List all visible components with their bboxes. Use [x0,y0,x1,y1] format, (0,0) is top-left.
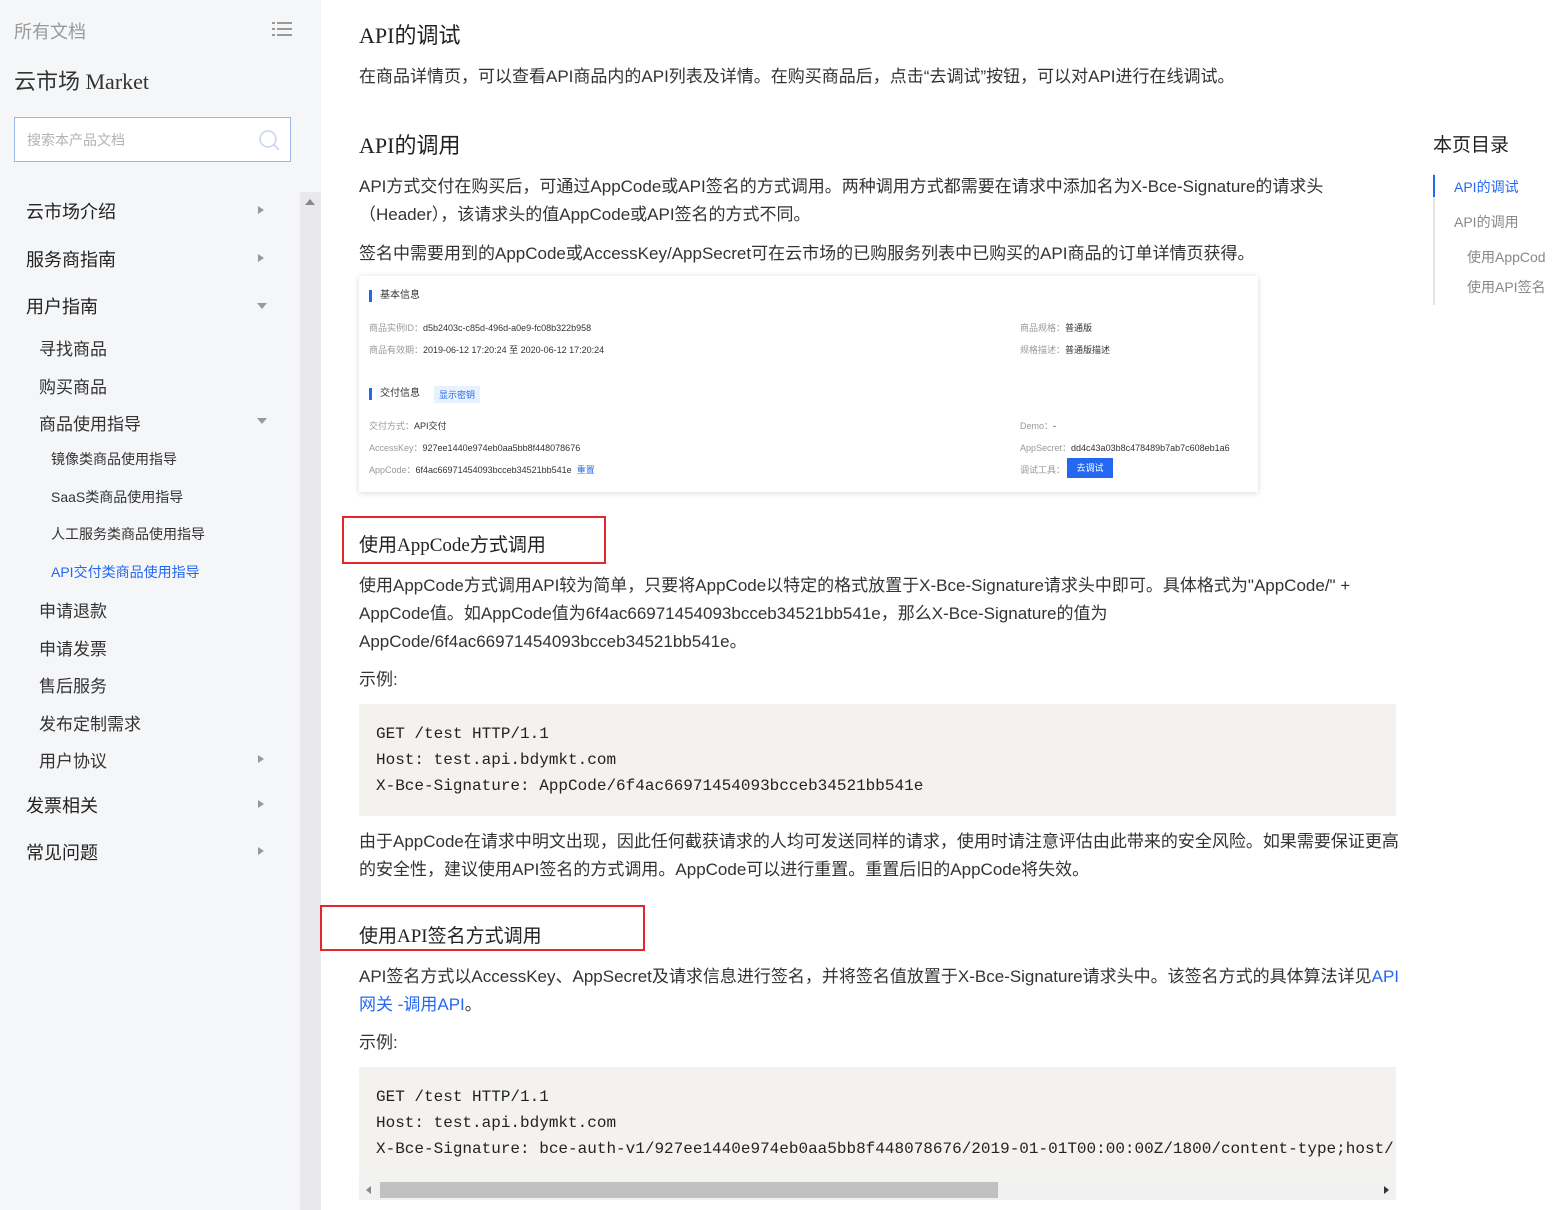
sidebar-item-faq[interactable]: 常见问题 [26,839,98,865]
appcode-row: AppCode：6f4ac66971454093bcceb34521bb541e… [369,465,595,475]
accesskey-value: 927ee1440e974eb0aa5bb8f448078676 [422,443,581,453]
sidebar-item-buy-products[interactable]: 购买商品 [39,373,107,398]
scroll-left-icon[interactable] [366,1186,371,1194]
scrollbar-thumb[interactable] [380,1182,998,1198]
all-docs-link[interactable]: 所有文档 [14,18,86,44]
toc-active-marker [1433,175,1435,197]
sidebar-item-refund[interactable]: 申请退款 [39,597,107,622]
sidebar-item-saas-guide[interactable]: SaaS类商品使用指导 [51,487,183,507]
sidebar-scrollbar[interactable] [300,192,321,1210]
sidebar-item-custom-demand[interactable]: 发布定制需求 [39,710,141,735]
spec-value: 普通版 [1065,323,1093,333]
accesskey-row: AccessKey：927ee1440e974eb0aa5bb8f4480786… [369,443,581,453]
scroll-up-icon[interactable] [305,199,315,205]
paragraph-sign-call: API签名方式以AccessKey、AppSecret及请求信息进行签名，并将签… [359,963,1399,1019]
delivery-row: 交付方式：API交付 [369,421,447,431]
sign-text: API签名方式以AccessKey、AppSecret及请求信息进行签名，并将签… [359,967,1372,986]
sidebar-item-user-agreement[interactable]: 用户协议 [39,747,107,772]
search-box [14,117,291,162]
toc-item-api-debug[interactable]: API的调试 [1454,177,1519,197]
code-block-appcode: GET /test HTTP/1.1 Host: test.api.bdymkt… [359,704,1396,816]
chevron-right-icon [258,254,264,262]
sidebar-item-find-products[interactable]: 寻找商品 [39,335,107,360]
order-details-screenshot: 基本信息 商品实例ID：d5b2403c-c85d-496d-a0e9-fc08… [359,276,1258,492]
instance-id-value: d5b2403c-c85d-496d-a0e9-fc08b322b958 [423,323,592,333]
example-label: 示例: [359,670,398,689]
scroll-right-icon[interactable] [1384,1186,1389,1194]
example-label: 示例: [359,1033,398,1052]
spec-row: 商品规格：普通版 [1020,323,1093,333]
heading-api-debug: API的调试 [359,23,461,48]
appcode-value: 6f4ac66971454093bcceb34521bb541e [415,465,572,475]
code-block-signature: GET /test HTTP/1.1 Host: test.api.bdymkt… [359,1067,1396,1180]
search-input[interactable] [27,129,247,151]
chevron-right-icon [258,800,264,808]
delivery-value: API交付 [414,421,447,431]
paragraph-security-note: 由于AppCode在请求中明文出现，因此任何截获请求的人均可发送同样的请求，使用… [359,832,1399,879]
section-basic-info: 基本信息 [369,290,420,302]
show-key-button[interactable]: 显示密钥 [434,386,481,403]
heading-sign-call: 使用API签名方式调用 [359,926,542,947]
section-delivery-info: 交付信息 [369,388,420,400]
toc-item-appcode[interactable]: 使用AppCod [1467,247,1546,267]
chevron-down-icon [257,418,267,424]
chevron-right-icon [258,755,264,763]
validity-row: 商品有效期：2019-06-12 17:20:24 至 2020-06-12 1… [369,345,605,355]
heading-appcode-call: 使用AppCode方式调用 [359,535,546,556]
validity-value: 2019-06-12 17:20:24 至 2020-06-12 17:20:2… [423,345,605,355]
sidebar-item-after-sales[interactable]: 售后服务 [39,672,107,697]
toc-item-api-call[interactable]: API的调用 [1454,212,1519,232]
paragraph-keys-source: 签名中需要用到的AppCode或AccessKey/AppSecret可在云市场… [359,244,1255,263]
paragraph-appcode-call: 使用AppCode方式调用API较为简单，只要将AppCode以特定的格式放置于… [359,576,1351,651]
chevron-right-icon [258,206,264,214]
sidebar-item-image-guide[interactable]: 镜像类商品使用指导 [51,449,177,469]
sidebar-item-usage-guide[interactable]: 商品使用指导 [39,410,141,435]
paragraph-api-debug: 在商品详情页，可以查看API商品内的API列表及详情。在购买商品后，点击“去调试… [359,67,1235,86]
instance-id-row: 商品实例ID：d5b2403c-c85d-496d-a0e9-fc08b322b… [369,323,592,333]
sidebar: 所有文档 云市场 Market 云市场介绍 服务商指南 用户指南 寻找商品 购买… [0,0,321,1210]
sidebar-item-invoice[interactable]: 发票相关 [26,792,98,818]
search-icon[interactable] [258,129,280,151]
toc-title: 本页目录 [1433,135,1510,156]
product-title: 云市场 Market [14,69,150,94]
toc-item-api-sign[interactable]: 使用API签名 [1467,277,1546,297]
code-horizontal-scrollbar[interactable] [359,1180,1396,1200]
appsecret-value: dd4c43a03b8c478489b7ab7c608eb1a6 [1071,443,1230,453]
sidebar-item-user-guide[interactable]: 用户指南 [26,293,98,319]
paragraph-api-call: API方式交付在购买后，可通过AppCode或API签名的方式调用。两种调用方式… [359,177,1324,224]
spec-desc-value: 普通版描述 [1065,345,1111,355]
sidebar-item-manual-service-guide[interactable]: 人工服务类商品使用指导 [51,524,205,544]
chevron-down-icon [257,303,267,309]
sidebar-item-invoice-request[interactable]: 申请发票 [39,635,107,660]
demo-value: - [1053,421,1057,431]
reset-link[interactable]: 重置 [577,465,595,475]
go-debug-button[interactable]: 去调试 [1067,458,1113,478]
sign-text-end: 。 [464,995,482,1014]
debug-tool-label: 调试工具： [1020,465,1066,475]
sidebar-item-api-guide[interactable]: API交付类商品使用指导 [51,562,200,582]
sidebar-item-provider-guide[interactable]: 服务商指南 [26,246,116,272]
heading-api-call: API的调用 [359,133,461,158]
list-menu-icon[interactable] [272,20,292,38]
appsecret-row: AppSecret：dd4c43a03b8c478489b7ab7c608eb1… [1020,443,1230,453]
demo-row: Demo：- [1020,421,1057,431]
spec-desc-row: 规格描述：普通版描述 [1020,345,1111,355]
sidebar-item-marketplace-intro[interactable]: 云市场介绍 [26,198,116,224]
chevron-right-icon [258,847,264,855]
